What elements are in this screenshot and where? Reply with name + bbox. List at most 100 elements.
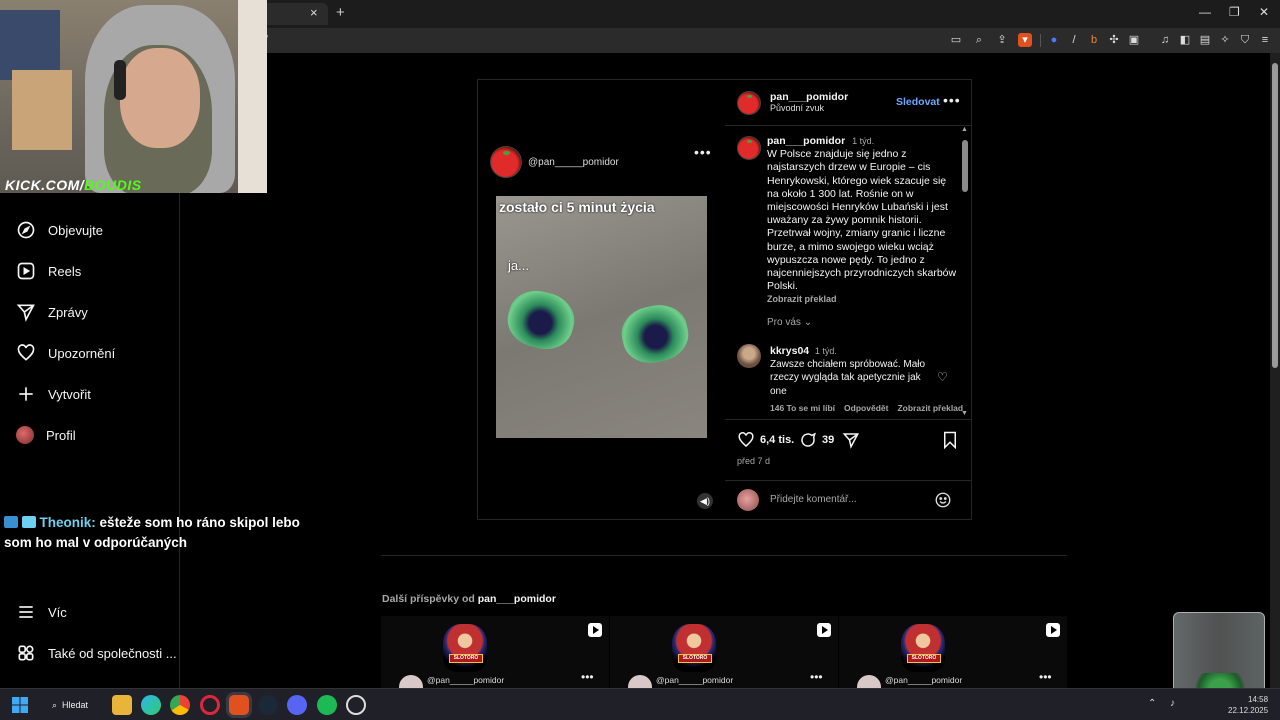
- leo-ai-icon[interactable]: ✧: [1218, 33, 1232, 47]
- avatar: [16, 426, 34, 444]
- media-icon[interactable]: ♫: [1158, 33, 1172, 47]
- share-button[interactable]: [842, 431, 860, 449]
- caption-avatar[interactable]: [737, 136, 761, 160]
- audio-label[interactable]: Původní zvuk: [770, 103, 848, 113]
- thumb-more-icon[interactable]: •••: [581, 670, 594, 684]
- new-tab-button[interactable]: +: [336, 4, 345, 21]
- post-header: pan___pomidor Původní zvuk Sledovat •••: [725, 80, 971, 126]
- share-icon[interactable]: ⇪: [995, 33, 1009, 47]
- sidebar-item-messages[interactable]: Zprávy: [16, 300, 88, 324]
- post-more-icon[interactable]: •••: [943, 92, 961, 108]
- apps-icon: [18, 645, 34, 661]
- caption-username[interactable]: pan___pomidor: [767, 135, 845, 147]
- more-post-thumbnail[interactable]: SLOTORO @pan_____pomidor •••: [610, 616, 838, 688]
- comment-text: Zawsze chciałem spróbować. Mało rzeczy w…: [770, 359, 926, 397]
- emoji-icon[interactable]: [934, 491, 952, 509]
- discord-icon[interactable]: [287, 695, 307, 715]
- extension-box-icon[interactable]: ▣: [1127, 33, 1141, 47]
- cast-icon[interactable]: ▭: [949, 33, 963, 47]
- tray-chevron-icon[interactable]: ⌃: [1148, 698, 1156, 709]
- post-caption: pan___pomidor 1 týd. W Polsce znajduje s…: [767, 135, 957, 307]
- heart-icon: [17, 344, 35, 361]
- wallet-icon[interactable]: ▤: [1198, 33, 1212, 47]
- maximize-button[interactable]: ❐: [1229, 5, 1240, 19]
- commenter-avatar[interactable]: [737, 344, 761, 368]
- file-explorer-icon[interactable]: [112, 695, 132, 715]
- thumb-more-icon[interactable]: •••: [810, 670, 823, 684]
- tab-close-button[interactable]: ×: [310, 5, 318, 20]
- menu-icon: [19, 606, 33, 618]
- extension-slash-icon[interactable]: /: [1067, 33, 1081, 47]
- more-posts-author[interactable]: pan___pomidor: [478, 593, 556, 605]
- media-more-icon[interactable]: •••: [694, 144, 712, 160]
- sidebar-item-more[interactable]: Víc: [16, 600, 67, 624]
- add-comment-input[interactable]: Přidejte komentář...: [770, 494, 857, 505]
- vpn-shield-icon[interactable]: ⛉: [1238, 33, 1252, 47]
- caption-translate-link[interactable]: Zobrazit překlad: [767, 294, 837, 304]
- follow-button[interactable]: Sledovat: [896, 96, 940, 108]
- sidebar-item-create[interactable]: Vytvořit: [16, 382, 91, 406]
- webcam-furniture: [12, 70, 72, 150]
- video-frame[interactable]: zostało ci 5 minut życia ja...: [496, 196, 707, 438]
- taskbar-search[interactable]: ⌕ Hledat: [42, 694, 102, 716]
- comment-like-icon[interactable]: ♡: [937, 370, 948, 384]
- extension-blue-icon[interactable]: ●: [1047, 33, 1061, 47]
- more-post-thumbnail[interactable]: SLOTORO @pan_____pomidor •••: [381, 616, 609, 688]
- reel-play-icon: [817, 623, 831, 637]
- author-avatar[interactable]: [737, 91, 761, 115]
- sidebar-item-meta[interactable]: Také od společnosti ...: [16, 641, 177, 665]
- page-scrollbar[interactable]: [1270, 53, 1280, 688]
- comment-item: kkrys04 1 týd. Zawsze chciałem spróbować…: [770, 345, 940, 398]
- close-window-button[interactable]: ✕: [1259, 5, 1269, 19]
- browser-tab[interactable]: [262, 3, 328, 25]
- spotify-icon[interactable]: [317, 695, 337, 715]
- comments-scrollbar[interactable]: ▲ ▼: [961, 126, 969, 419]
- chrome-icon[interactable]: [170, 695, 190, 715]
- browser-menu-icon[interactable]: ≡: [1258, 33, 1272, 47]
- extensions-puzzle-icon[interactable]: ✣: [1107, 33, 1121, 47]
- sidebar-item-label: Profil: [46, 427, 76, 443]
- comment-likes[interactable]: 146 To se mi líbí: [770, 403, 835, 413]
- sidebar-item-profile[interactable]: Profil: [16, 423, 76, 447]
- app-icon[interactable]: [346, 695, 366, 715]
- more-post-thumbnail[interactable]: SLOTORO @pan_____pomidor •••: [839, 616, 1067, 688]
- comment-count: 39: [822, 434, 835, 446]
- toolbar-separator: [1040, 34, 1041, 47]
- for-you-dropdown[interactable]: Pro vás ⌄: [767, 317, 812, 328]
- post-media[interactable]: @pan_____pomidor ••• zostało ci 5 minut …: [478, 80, 725, 519]
- comment-reply[interactable]: Odpovědět: [844, 403, 888, 413]
- zoom-icon[interactable]: ⌕: [972, 33, 986, 47]
- address-bar[interactable]: /: [240, 31, 940, 50]
- edge-icon[interactable]: [141, 695, 161, 715]
- comment-button[interactable]: 39: [799, 431, 834, 449]
- thumb-more-icon[interactable]: •••: [1039, 670, 1052, 684]
- brave-icon[interactable]: [229, 695, 249, 715]
- opera-icon[interactable]: [200, 695, 220, 715]
- thumb-username: @pan_____pomidor: [885, 675, 963, 685]
- thumb-avatar: [399, 675, 423, 688]
- thumb-username: @pan_____pomidor: [656, 675, 734, 685]
- save-button[interactable]: [942, 431, 958, 449]
- sidebar-item-reels[interactable]: Reels: [16, 259, 81, 283]
- comments-scroll-thumb[interactable]: [962, 140, 968, 192]
- scroll-up-icon[interactable]: ▲: [961, 126, 968, 133]
- start-icon[interactable]: [12, 697, 28, 713]
- sidebar-item-notifications[interactable]: Upozornění: [16, 341, 115, 365]
- author-username[interactable]: pan___pomidor: [770, 91, 848, 103]
- comment-translate[interactable]: Zobrazit překlad: [897, 403, 963, 413]
- brave-shield-icon[interactable]: ▾: [1018, 33, 1032, 47]
- steam-icon[interactable]: [258, 695, 278, 715]
- sidebar-item-explore[interactable]: Objevujte: [16, 218, 103, 242]
- microphone-icon[interactable]: ♪: [1170, 698, 1175, 709]
- mute-toggle-icon[interactable]: ◀): [697, 493, 713, 509]
- scroll-down-icon[interactable]: ▼: [961, 410, 968, 417]
- taskbar-clock[interactable]: 14:58 22.12.2025: [1228, 694, 1268, 716]
- like-button[interactable]: 6,4 tis.: [737, 431, 794, 449]
- comment-username[interactable]: kkrys04: [770, 345, 809, 357]
- clock-date: 22.12.2025: [1228, 706, 1269, 715]
- page-scroll-thumb[interactable]: [1272, 63, 1278, 368]
- sidebar-toggle-icon[interactable]: ◧: [1178, 33, 1192, 47]
- slotoro-badge: SLOTORO: [678, 654, 712, 663]
- extension-orange-icon[interactable]: b: [1087, 33, 1101, 47]
- minimize-button[interactable]: —: [1199, 5, 1211, 19]
